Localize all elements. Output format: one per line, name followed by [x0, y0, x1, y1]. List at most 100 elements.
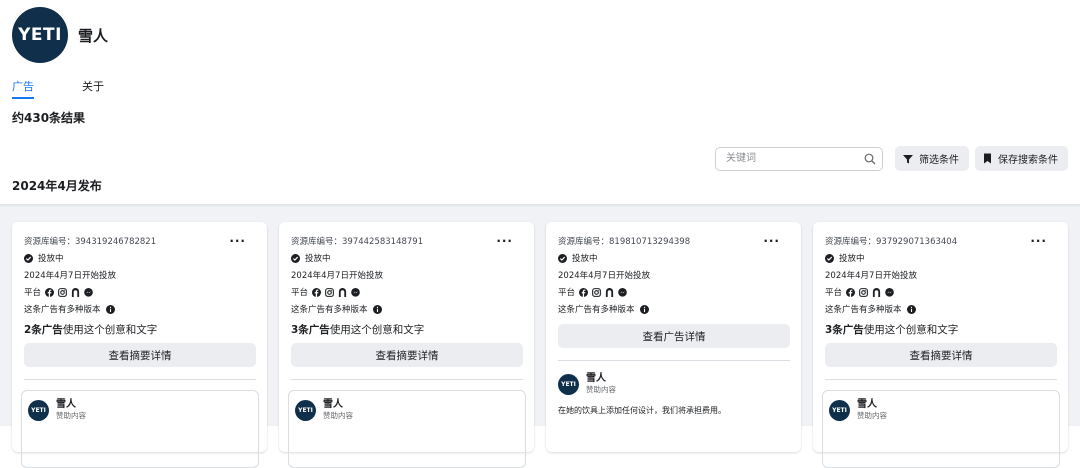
- results-divider: [0, 204, 1080, 207]
- card-divider: [291, 379, 523, 380]
- ad-preview[interactable]: YETI 雪人 赞助内容: [21, 390, 259, 468]
- facebook-icon: [846, 287, 856, 297]
- search-input[interactable]: [724, 152, 864, 165]
- advertiser-name[interactable]: 雪人: [586, 373, 616, 385]
- info-icon[interactable]: [906, 304, 916, 314]
- view-summary-button[interactable]: 查看摘要详情: [24, 343, 256, 367]
- bookmark-icon: [984, 153, 991, 164]
- library-id: 资源库编号：397442583148791: [291, 237, 424, 247]
- start-date: 2024年4月7日开始投放: [825, 271, 917, 281]
- ad-status: 投放中: [572, 254, 598, 264]
- messenger-icon: [618, 287, 627, 297]
- usage-note: 3条广告使用这个创意和文字: [291, 322, 523, 337]
- versions-note: 这条广告有多种版本: [558, 305, 635, 315]
- ad-card: 资源库编号：397442583148791 ··· 投放中 2024年4月7日开始…: [279, 222, 534, 468]
- advertiser-name[interactable]: 雪人: [323, 399, 353, 411]
- more-options-icon[interactable]: ···: [1030, 234, 1047, 248]
- messenger-icon: [885, 287, 894, 297]
- logo-text: YETI: [18, 25, 62, 45]
- toolbar: 筛选条件 保存搜索条件: [715, 146, 1068, 171]
- audience-network-icon: [338, 287, 347, 297]
- page-header: YETI 雪人: [12, 7, 108, 63]
- instagram-icon: [58, 287, 67, 297]
- platform-label: 平台: [24, 288, 42, 298]
- check-circle-icon: [24, 253, 33, 263]
- advertiser-avatar[interactable]: YETI: [28, 399, 49, 421]
- advertiser-avatar[interactable]: YETI: [558, 373, 579, 395]
- usage-count: 3条广告: [291, 324, 330, 336]
- more-options-icon[interactable]: ···: [763, 234, 780, 248]
- advertiser-name[interactable]: 雪人: [56, 399, 86, 411]
- advertiser-avatar[interactable]: YETI: [829, 399, 850, 421]
- ad-card: 资源库编号：937929071363404 ··· 投放中 2024年4月7日开始…: [813, 222, 1068, 468]
- search-box[interactable]: [715, 146, 883, 171]
- library-id: 资源库编号：819810713294398: [558, 237, 691, 247]
- messenger-icon: [351, 287, 360, 297]
- ad-preview[interactable]: YETI 雪人 赞助内容: [822, 390, 1060, 468]
- page-tabs: 广告 关于: [12, 78, 152, 99]
- filter-icon: [903, 154, 913, 163]
- start-date: 2024年4月7日开始投放: [24, 271, 116, 281]
- card-divider: [825, 379, 1057, 380]
- more-options-icon[interactable]: ···: [229, 234, 246, 248]
- card-divider: [24, 379, 256, 380]
- usage-rest: 使用这个创意和文字: [329, 324, 425, 336]
- view-summary-button[interactable]: 查看摘要详情: [825, 343, 1057, 367]
- check-circle-icon: [558, 253, 567, 263]
- ad-status: 投放中: [839, 254, 865, 264]
- search-icon[interactable]: [864, 153, 876, 165]
- info-icon[interactable]: [105, 304, 115, 314]
- ad-body-text: 在她的饮具上添加任何设计，我们将承担费用。: [558, 406, 726, 415]
- save-search-label: 保存搜索条件: [998, 155, 1058, 166]
- info-icon[interactable]: [639, 304, 649, 314]
- result-count: 约430条结果: [12, 111, 86, 125]
- view-summary-button[interactable]: 查看摘要详情: [291, 343, 523, 367]
- facebook-icon: [312, 287, 322, 297]
- advertiser-avatar[interactable]: YETI: [295, 399, 316, 421]
- versions-note: 这条广告有多种版本: [825, 305, 902, 315]
- filter-button[interactable]: 筛选条件: [895, 146, 969, 171]
- platform-label: 平台: [291, 288, 309, 298]
- sponsored-label: 赞助内容: [857, 411, 887, 420]
- page-logo[interactable]: YETI: [12, 7, 68, 63]
- card-divider: [558, 360, 790, 361]
- check-circle-icon: [825, 253, 834, 263]
- library-id: 资源库编号：937929071363404: [825, 237, 958, 247]
- usage-note: 3条广告使用这个创意和文字: [825, 322, 1057, 337]
- versions-note: 这条广告有多种版本: [291, 305, 368, 315]
- view-ad-details-button[interactable]: 查看广告详情: [558, 324, 790, 348]
- usage-count: 3条广告: [825, 324, 864, 336]
- platform-label: 平台: [825, 288, 843, 298]
- tab-ads[interactable]: 广告: [12, 78, 34, 99]
- ad-preview[interactable]: YETI 雪人 赞助内容 在她的饮具上添加任何设计，我们将承担费用。: [558, 373, 790, 416]
- versions-note: 这条广告有多种版本: [24, 305, 101, 315]
- instagram-icon: [325, 287, 334, 297]
- start-date: 2024年4月7日开始投放: [291, 271, 383, 281]
- filter-label: 筛选条件: [919, 155, 959, 166]
- facebook-icon: [579, 287, 589, 297]
- advertiser-name[interactable]: 雪人: [857, 399, 887, 411]
- library-id: 资源库编号：394319246782821: [24, 237, 157, 247]
- info-icon[interactable]: [372, 304, 382, 314]
- page-name[interactable]: 雪人: [78, 25, 108, 46]
- messenger-icon: [84, 287, 93, 297]
- audience-network-icon: [605, 287, 614, 297]
- ad-card: 资源库编号：394319246782821 ··· 投放中 2024年4月7日开始…: [12, 222, 267, 468]
- usage-rest: 使用这个创意和文字: [863, 324, 959, 336]
- date-heading: 2024年4月发布: [12, 179, 102, 193]
- tab-about[interactable]: 关于: [82, 78, 104, 99]
- more-options-icon[interactable]: ···: [496, 234, 513, 248]
- save-search-button[interactable]: 保存搜索条件: [975, 146, 1068, 171]
- facebook-icon: [45, 287, 55, 297]
- sponsored-label: 赞助内容: [56, 411, 86, 420]
- audience-network-icon: [71, 287, 80, 297]
- audience-network-icon: [872, 287, 881, 297]
- sponsored-label: 赞助内容: [586, 385, 616, 394]
- ad-preview[interactable]: YETI 雪人 赞助内容: [288, 390, 526, 468]
- start-date: 2024年4月7日开始投放: [558, 271, 650, 281]
- instagram-icon: [592, 287, 601, 297]
- instagram-icon: [859, 287, 868, 297]
- platform-label: 平台: [558, 288, 576, 298]
- ad-status: 投放中: [305, 254, 331, 264]
- check-circle-icon: [291, 253, 300, 263]
